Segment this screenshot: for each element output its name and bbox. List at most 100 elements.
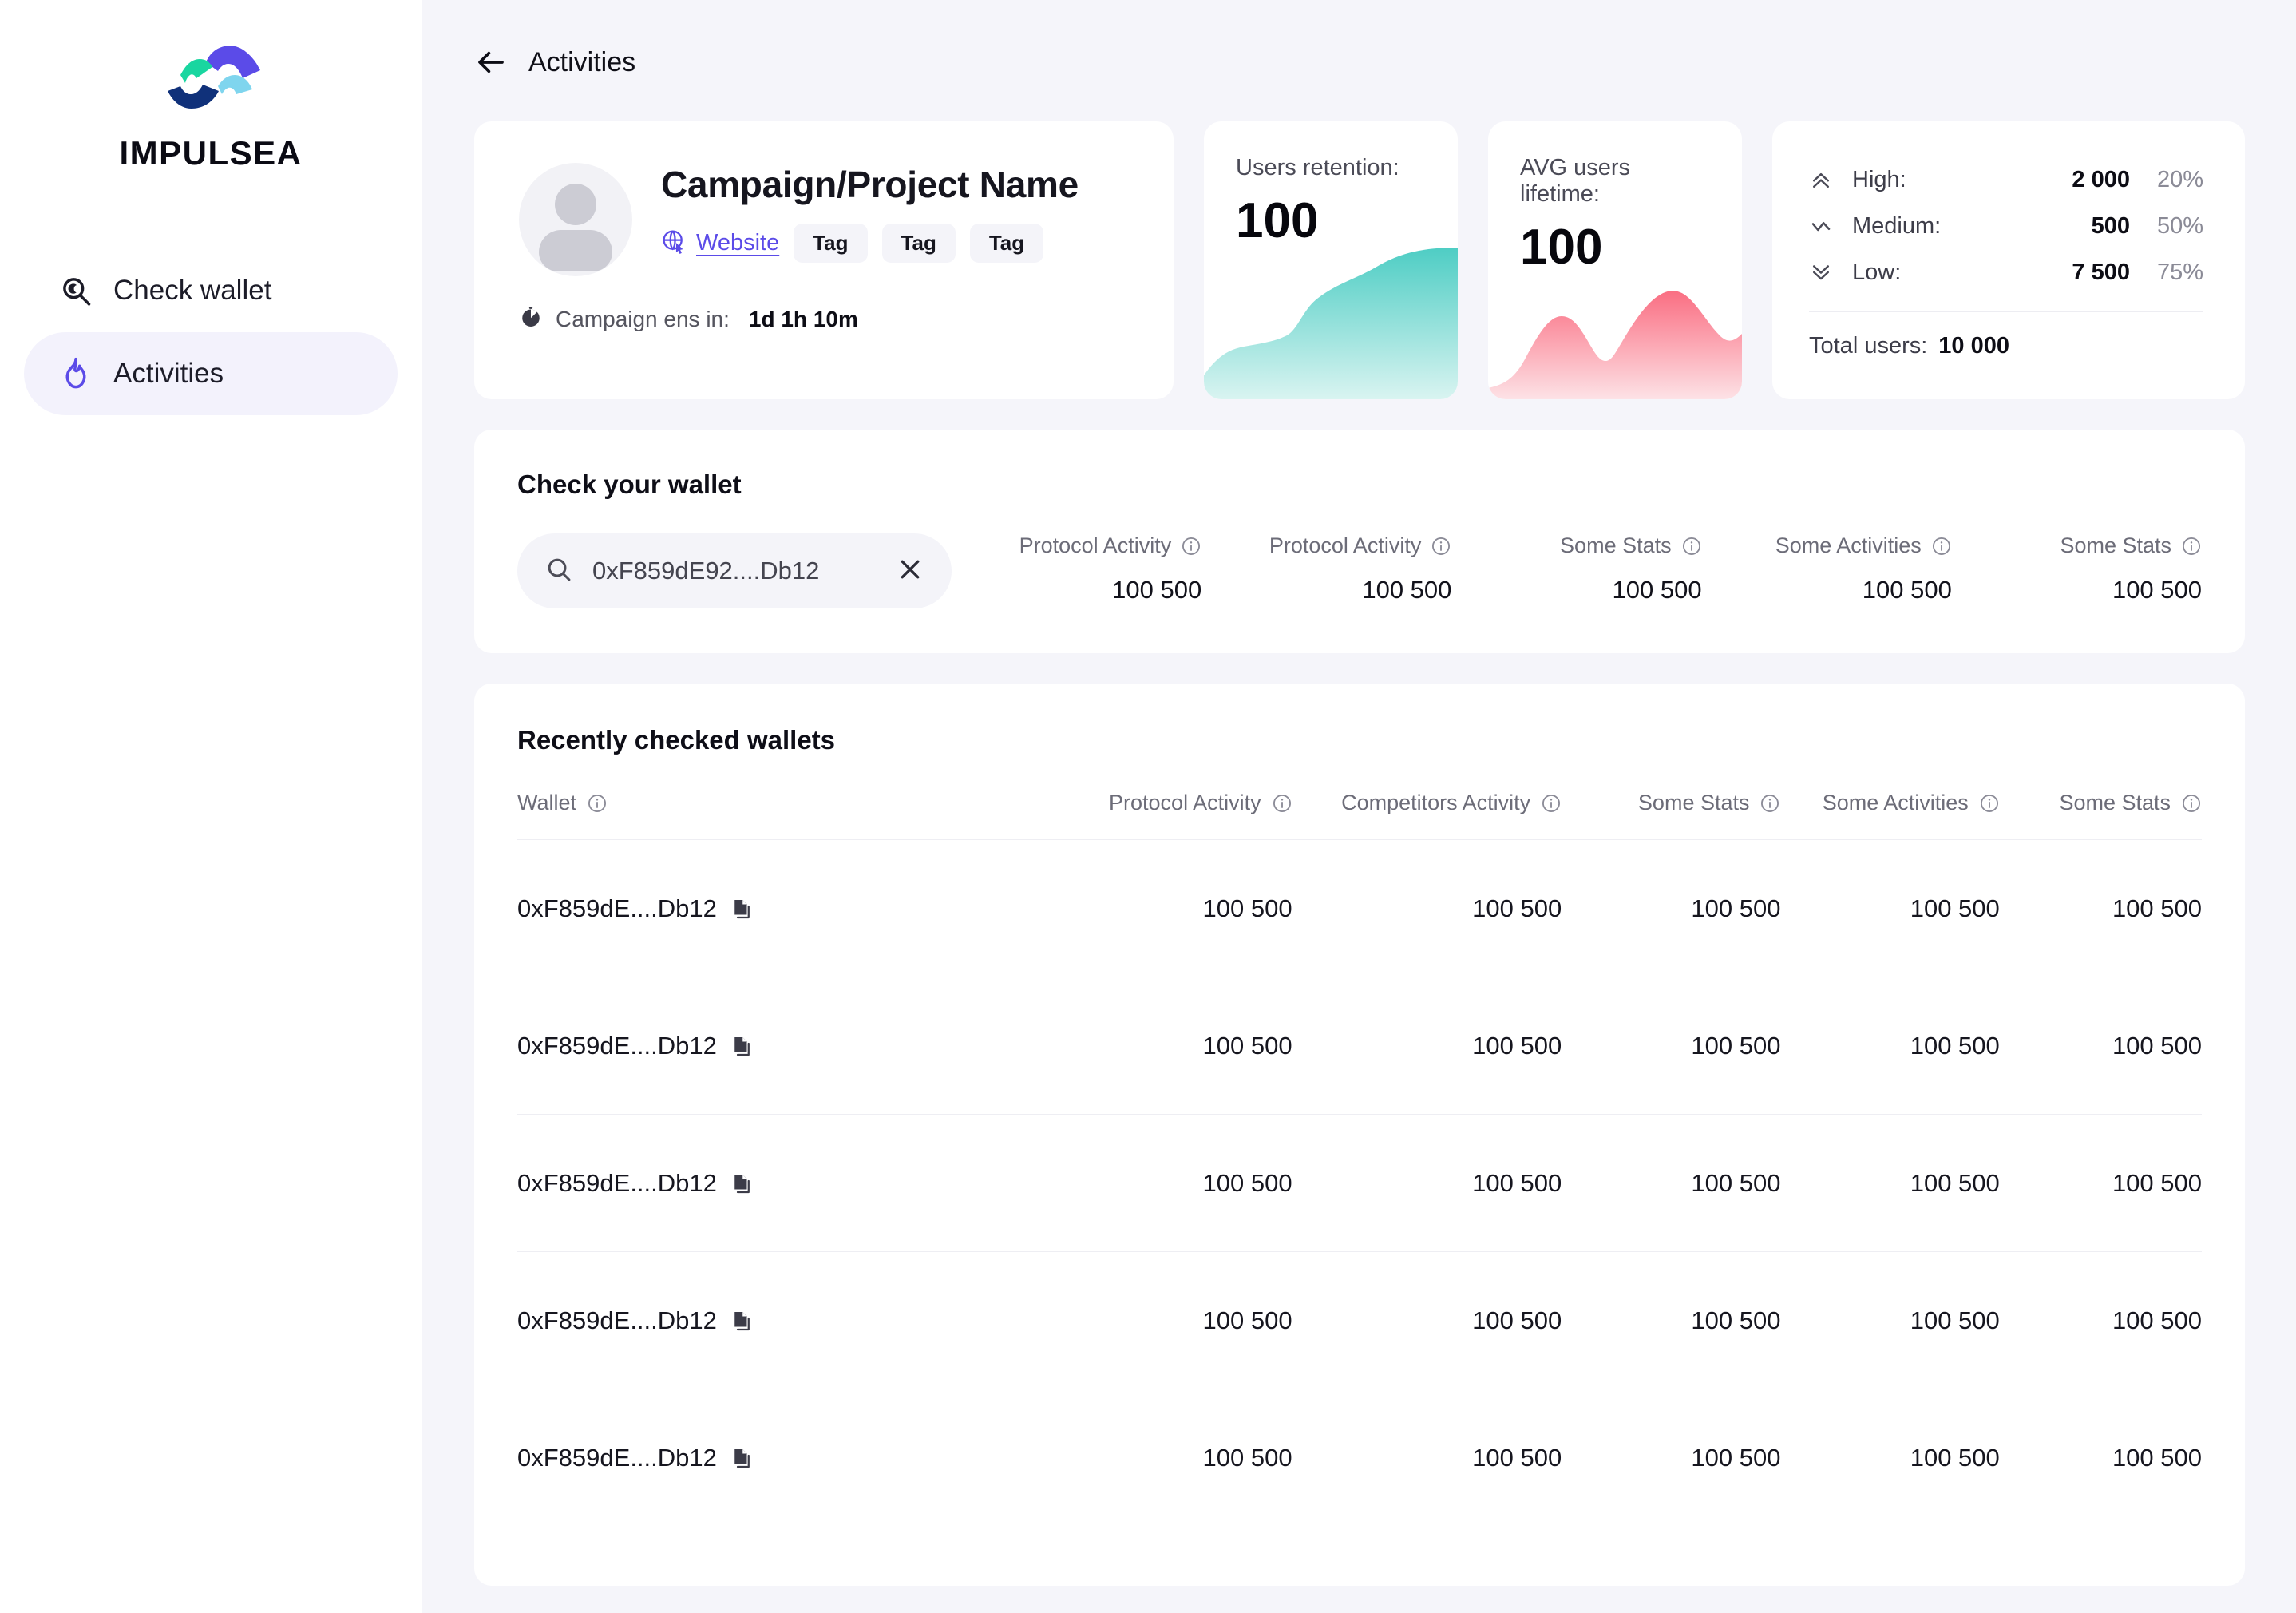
globe-pointer-icon (661, 228, 687, 258)
cell-value: 100 500 (1780, 1251, 2000, 1389)
column-label: Some Stats (2059, 791, 2171, 814)
cell-value: 100 500 (1999, 839, 2202, 977)
table-row[interactable]: 0xF859dE....Db12 100 500 100 500 100 500 100… (517, 977, 2202, 1115)
metric-value: 100 (1520, 220, 1603, 275)
info-icon[interactable] (1681, 536, 1702, 557)
level-percent: 50% (2156, 212, 2203, 239)
cell-value: 100 500 (1780, 839, 2000, 977)
close-icon[interactable] (896, 555, 924, 588)
info-icon[interactable] (1541, 793, 1562, 814)
recent-wallets-title: Recently checked wallets (517, 725, 836, 755)
campaign-tag[interactable]: Tag (794, 224, 868, 263)
website-link[interactable]: Website (661, 228, 779, 258)
cell-value: 100 500 (1023, 977, 1292, 1115)
copy-icon[interactable] (730, 897, 754, 921)
info-icon[interactable] (1931, 536, 1952, 557)
campaign-tag[interactable]: Tag (969, 224, 1044, 263)
info-icon[interactable] (1431, 536, 1451, 557)
timer-icon (519, 305, 543, 333)
cell-value: 100 500 (1292, 1251, 1562, 1389)
check-wallet-title: Check your wallet (517, 470, 742, 499)
metric-card-users-retention: Users retention: 100 (1204, 121, 1458, 399)
impulsea-logo-icon (168, 46, 260, 109)
info-icon[interactable] (2181, 793, 2202, 814)
campaign-tag[interactable]: Tag (881, 224, 956, 263)
column-header-protocol-activity: Protocol Activity (1023, 791, 1292, 840)
level-value: 500 (2091, 212, 2130, 239)
stat-value: 100 500 (1862, 576, 1952, 604)
app-root: IMPULSEA Check wallet Activities Activit… (0, 0, 2296, 1613)
table-row[interactable]: 0xF859dE....Db12 100 500 100 500 100 500 100… (517, 1251, 2202, 1389)
cell-value: 100 500 (1292, 977, 1562, 1115)
wallet-stat-protocol-activity-1: Protocol Activity 100 500 (952, 533, 1202, 604)
cell-wallet: 0xF859dE....Db12 (517, 1389, 1023, 1527)
user-levels-card: High: 2 000 20% Medium: 500 50% Low: 7 5… (1772, 121, 2245, 399)
table-body: 0xF859dE....Db12 100 500 100 500 100 500 100… (517, 839, 2202, 1527)
divider (1809, 311, 2203, 312)
sidebar-item-check-wallet[interactable]: Check wallet (24, 249, 398, 332)
metric-card-avg-users-lifetime: AVG users lifetime: 100 (1488, 121, 1742, 399)
timer-value: 1d 1h 10m (748, 306, 858, 331)
level-row-medium: Medium: 500 50% (1809, 203, 2203, 249)
website-label: Website (696, 230, 780, 256)
wallet-search-icon (57, 272, 94, 309)
sidebar-item-activities[interactable]: Activities (24, 332, 398, 415)
wallet-stat-protocol-activity-2: Protocol Activity 100 500 (1201, 533, 1452, 604)
sidebar-nav: Check wallet Activities (0, 249, 422, 415)
wallet-address: 0xF859dE....Db12 (517, 1168, 717, 1197)
stat-value: 100 500 (1362, 576, 1452, 604)
info-icon[interactable] (1979, 793, 2000, 814)
copy-icon[interactable] (730, 1309, 754, 1333)
stat-label: Some Stats (1560, 533, 1672, 557)
info-icon[interactable] (1181, 536, 1201, 557)
level-percent: 20% (2156, 166, 2203, 192)
column-header-some-stats-2: Some Stats (2000, 791, 2202, 840)
cell-wallet: 0xF859dE....Db12 (517, 839, 1023, 977)
stat-label: Protocol Activity (1269, 533, 1422, 557)
table-row[interactable]: 0xF859dE....Db12 100 500 100 500 100 500 100… (517, 1389, 2202, 1527)
wallet-search-field[interactable]: 0xF859dE92....Db12 (517, 533, 952, 608)
info-icon[interactable] (2181, 536, 2202, 557)
stat-value: 100 500 (1612, 576, 1702, 604)
stat-value: 100 500 (1112, 576, 1202, 604)
level-name: Low: (1852, 259, 1902, 285)
level-row-low: Low: 7 500 75% (1809, 249, 2203, 295)
chevrons-up-icon (1809, 168, 1841, 192)
level-value: 7 500 (2072, 259, 2130, 285)
cell-value: 100 500 (1562, 1114, 1781, 1252)
copy-icon[interactable] (730, 1446, 754, 1470)
column-header-wallet: Wallet (517, 791, 1023, 840)
cell-value: 100 500 (1780, 1389, 2000, 1527)
table-row[interactable]: 0xF859dE....Db12 100 500 100 500 100 500 100… (517, 839, 2202, 977)
copy-icon[interactable] (730, 1171, 754, 1195)
campaign-timer: Campaign ens in: 1d 1h 10m (519, 305, 1129, 333)
table-header-row: Wallet Protocol Activity Competitors Act… (517, 791, 2202, 840)
cell-value: 100 500 (1292, 1389, 1562, 1527)
info-icon[interactable] (587, 793, 608, 814)
stat-label: Some Activities (1775, 533, 1922, 557)
wallet-stat-some-stats-2: Some Stats 100 500 (1952, 533, 2202, 604)
summary-row: Campaign/Project Name Website Tag Tag Ta… (474, 121, 2245, 399)
wave-icon (1809, 214, 1841, 238)
info-icon[interactable] (1272, 793, 1292, 814)
level-name: High: (1852, 166, 1906, 192)
cell-value: 100 500 (1562, 1389, 1781, 1527)
stat-label: Some Stats (2060, 533, 2172, 557)
info-icon[interactable] (1760, 793, 1780, 814)
wallet-address: 0xF859dE....Db12 (517, 1031, 717, 1060)
stat-label: Protocol Activity (1019, 533, 1172, 557)
search-input[interactable]: 0xF859dE92....Db12 (592, 557, 877, 585)
wallet-address: 0xF859dE....Db12 (517, 1306, 717, 1334)
campaign-card: Campaign/Project Name Website Tag Tag Ta… (474, 121, 1174, 399)
copy-icon[interactable] (730, 1034, 754, 1058)
arrow-left-icon[interactable] (474, 46, 508, 79)
column-label: Some Stats (1637, 791, 1750, 814)
sidebar-item-label: Activities (113, 358, 224, 389)
table-row[interactable]: 0xF859dE....Db12 100 500 100 500 100 500 100… (517, 1114, 2202, 1252)
cell-value: 100 500 (1562, 839, 1781, 977)
total-users-row: Total users: 10 000 (1809, 333, 2203, 359)
chevrons-down-icon (1809, 260, 1841, 284)
cell-wallet: 0xF859dE....Db12 (517, 977, 1023, 1115)
cell-value: 100 500 (1292, 839, 1562, 977)
column-label: Some Activities (1822, 791, 1969, 814)
